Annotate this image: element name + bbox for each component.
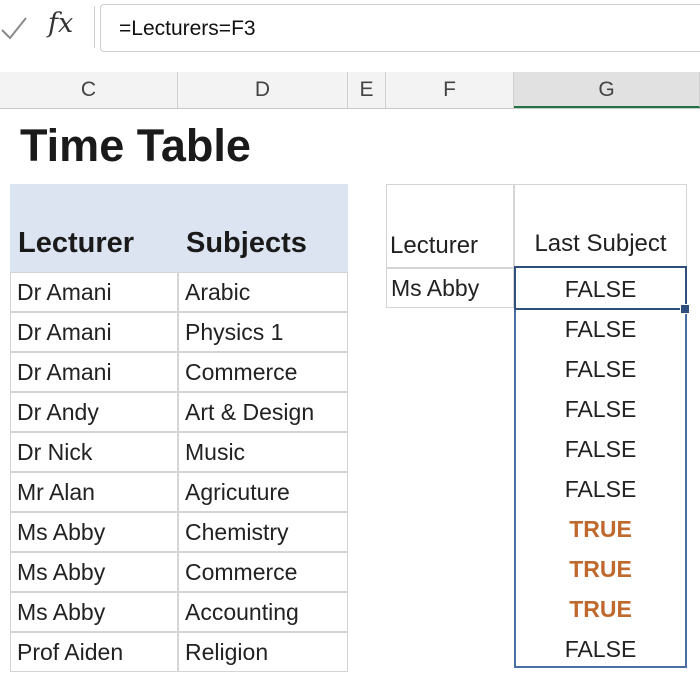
column-header-e[interactable]: E [348, 72, 386, 108]
result-cell[interactable]: TRUE [514, 510, 687, 548]
lookup-lecturer-header: Lecturer [390, 232, 479, 259]
result-cell[interactable]: FALSE [514, 390, 687, 428]
lookup-result-header: Last Subject [534, 230, 667, 257]
table-cell-subject[interactable]: Arabic [178, 272, 348, 312]
column-header-d[interactable]: D [178, 72, 348, 108]
table-cell-lecturer[interactable]: Dr Nick [10, 432, 178, 472]
table-cell-subject[interactable]: Physics 1 [178, 312, 348, 352]
table-cell-lecturer[interactable]: Dr Amani [10, 312, 178, 352]
column-header-c[interactable]: C [0, 72, 178, 108]
table-cell-subject[interactable]: Chemistry [178, 512, 348, 552]
result-cell[interactable]: TRUE [514, 550, 687, 588]
table-cell-lecturer[interactable]: Mr Alan [10, 472, 178, 512]
result-cell[interactable]: TRUE [514, 590, 687, 628]
table-cell-subject[interactable]: Commerce [178, 552, 348, 592]
result-cell[interactable]: FALSE [514, 310, 687, 348]
table-cell-subject[interactable]: Religion [178, 632, 348, 672]
table-cell-subject[interactable]: Accounting [178, 592, 348, 632]
formula-input[interactable]: =Lecturers=F3 [100, 4, 700, 52]
formula-bar: fx =Lecturers=F3 [0, 0, 700, 61]
column-headers: C D E F G [0, 72, 700, 109]
insert-function-icon[interactable]: fx [48, 8, 73, 39]
table-cell-lecturer[interactable]: Dr Andy [10, 392, 178, 432]
result-cell[interactable]: FALSE [514, 430, 687, 468]
toolbar-gap [0, 60, 700, 72]
active-cell[interactable] [514, 266, 687, 310]
table-cell-subject[interactable]: Commerce [178, 352, 348, 392]
result-cell[interactable]: FALSE [514, 470, 687, 508]
table-cell-lecturer[interactable]: Dr Amani [10, 352, 178, 392]
table-cell-lecturer[interactable]: Ms Abby [10, 592, 178, 632]
table-header-subjects[interactable]: Subjects [178, 184, 348, 272]
formula-bar-divider [94, 6, 95, 48]
result-cell[interactable]: FALSE [514, 630, 687, 668]
table-cell-lecturer[interactable]: Ms Abby [10, 512, 178, 552]
result-cell[interactable]: FALSE [514, 350, 687, 388]
table-header-lecturer[interactable]: Lecturer [10, 184, 178, 272]
enter-check-icon[interactable] [0, 12, 30, 46]
worksheet-grid: Time Table Lecturer Subjects Dr Amani Ara… [0, 108, 700, 692]
table-cell-lecturer[interactable]: Dr Amani [10, 272, 178, 312]
table-cell-subject[interactable]: Agricuture [178, 472, 348, 512]
table-cell-lecturer[interactable]: Ms Abby [10, 552, 178, 592]
column-header-g[interactable]: G [514, 72, 700, 108]
table-cell-lecturer[interactable]: Prof Aiden [10, 632, 178, 672]
fill-handle[interactable] [680, 304, 690, 314]
sheet-title: Time Table [20, 120, 251, 171]
table-cell-subject[interactable]: Music [178, 432, 348, 472]
column-header-f[interactable]: F [386, 72, 514, 108]
lookup-lecturer-value[interactable]: Ms Abby [386, 268, 514, 308]
table-cell-subject[interactable]: Art & Design [178, 392, 348, 432]
